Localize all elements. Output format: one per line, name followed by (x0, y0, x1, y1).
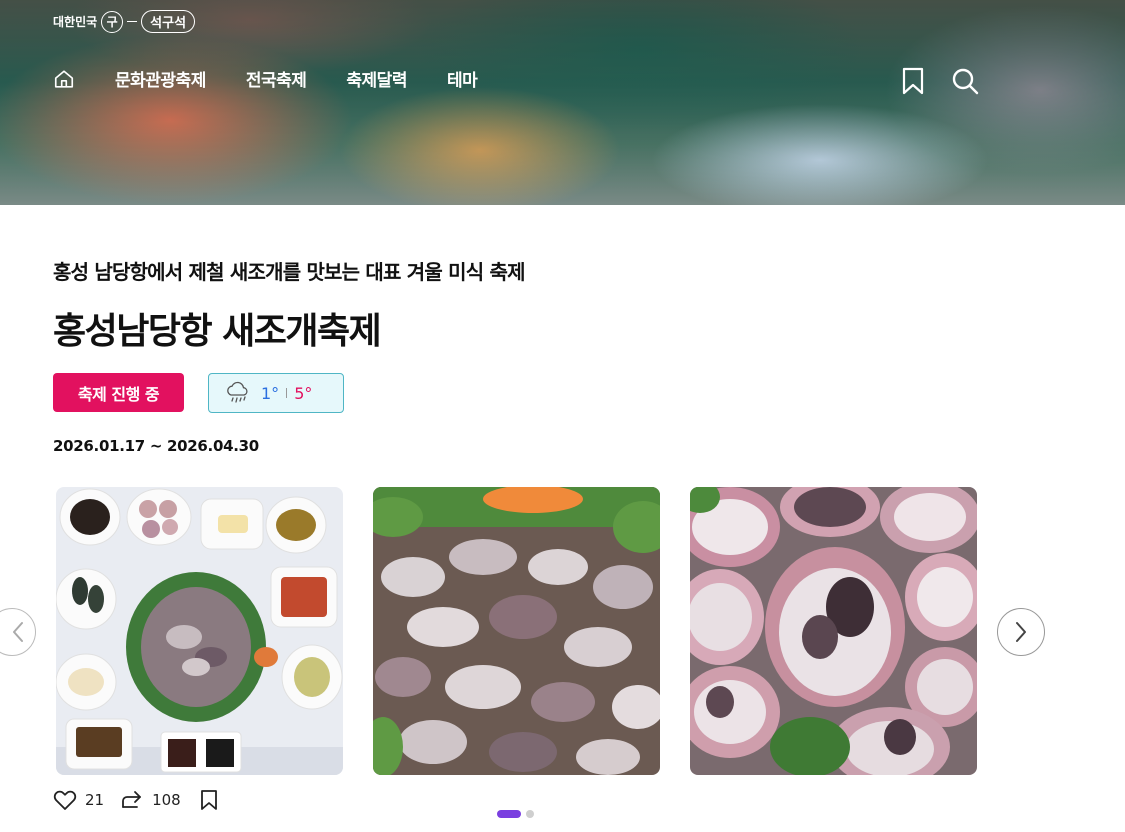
logo-prefix: 대한민국 (53, 15, 98, 29)
carousel-next-button[interactable] (997, 608, 1045, 656)
festival-photo-sliced-cockles[interactable] (373, 487, 660, 775)
nav-culture-festival[interactable]: 문화관광축제 (115, 66, 206, 91)
like-count: 21 (85, 791, 105, 809)
rain-cloud-icon (225, 381, 251, 405)
share-count: 108 (152, 791, 181, 809)
action-bar: 21 108 (53, 788, 221, 812)
low-temperature: 1° (261, 383, 280, 403)
header-tools (899, 66, 979, 96)
logo-mark: 구 (101, 10, 124, 33)
logo-name: 석구석 (141, 10, 196, 33)
carousel-pagination (497, 810, 534, 818)
hero-banner: 대한민국 구 석구석 문화관광축제 전국축제 축제달력 테마 (0, 0, 1125, 205)
carousel-dot-2[interactable] (526, 810, 534, 818)
festival-dates: 2026.01.17 ~ 2026.04.30 (53, 437, 259, 455)
bookmark-icon[interactable] (197, 788, 221, 812)
festival-subtitle: 홍성 남당항에서 제철 새조개를 맛보는 대표 겨울 미식 축제 (53, 260, 526, 284)
bookmark-icon[interactable] (899, 66, 927, 96)
share-icon[interactable] (120, 788, 144, 812)
high-temperature: 5° (294, 383, 313, 403)
logo-dash (127, 20, 138, 23)
page-title: 홍성남당항 새조개축제 (53, 311, 382, 352)
weather-badge: 1° 5° (208, 373, 344, 413)
festival-photo-table-spread[interactable] (56, 487, 343, 775)
carousel-dot-1[interactable] (497, 810, 521, 818)
nav-festival-calendar[interactable]: 축제달력 (346, 66, 407, 91)
temperature-divider (286, 388, 288, 398)
search-icon[interactable] (951, 66, 979, 96)
nav-theme[interactable]: 테마 (447, 66, 478, 91)
site-logo[interactable]: 대한민국 구 석구석 (53, 10, 196, 33)
heart-icon[interactable] (53, 788, 77, 812)
main-nav: 문화관광축제 전국축제 축제달력 테마 (53, 66, 517, 91)
nav-national-festival[interactable]: 전국축제 (246, 66, 307, 91)
status-badge: 축제 진행 중 (53, 373, 184, 412)
home-icon[interactable] (53, 67, 77, 91)
carousel-prev-button[interactable] (0, 608, 36, 656)
festival-photo-cockle-shells[interactable] (690, 487, 977, 775)
